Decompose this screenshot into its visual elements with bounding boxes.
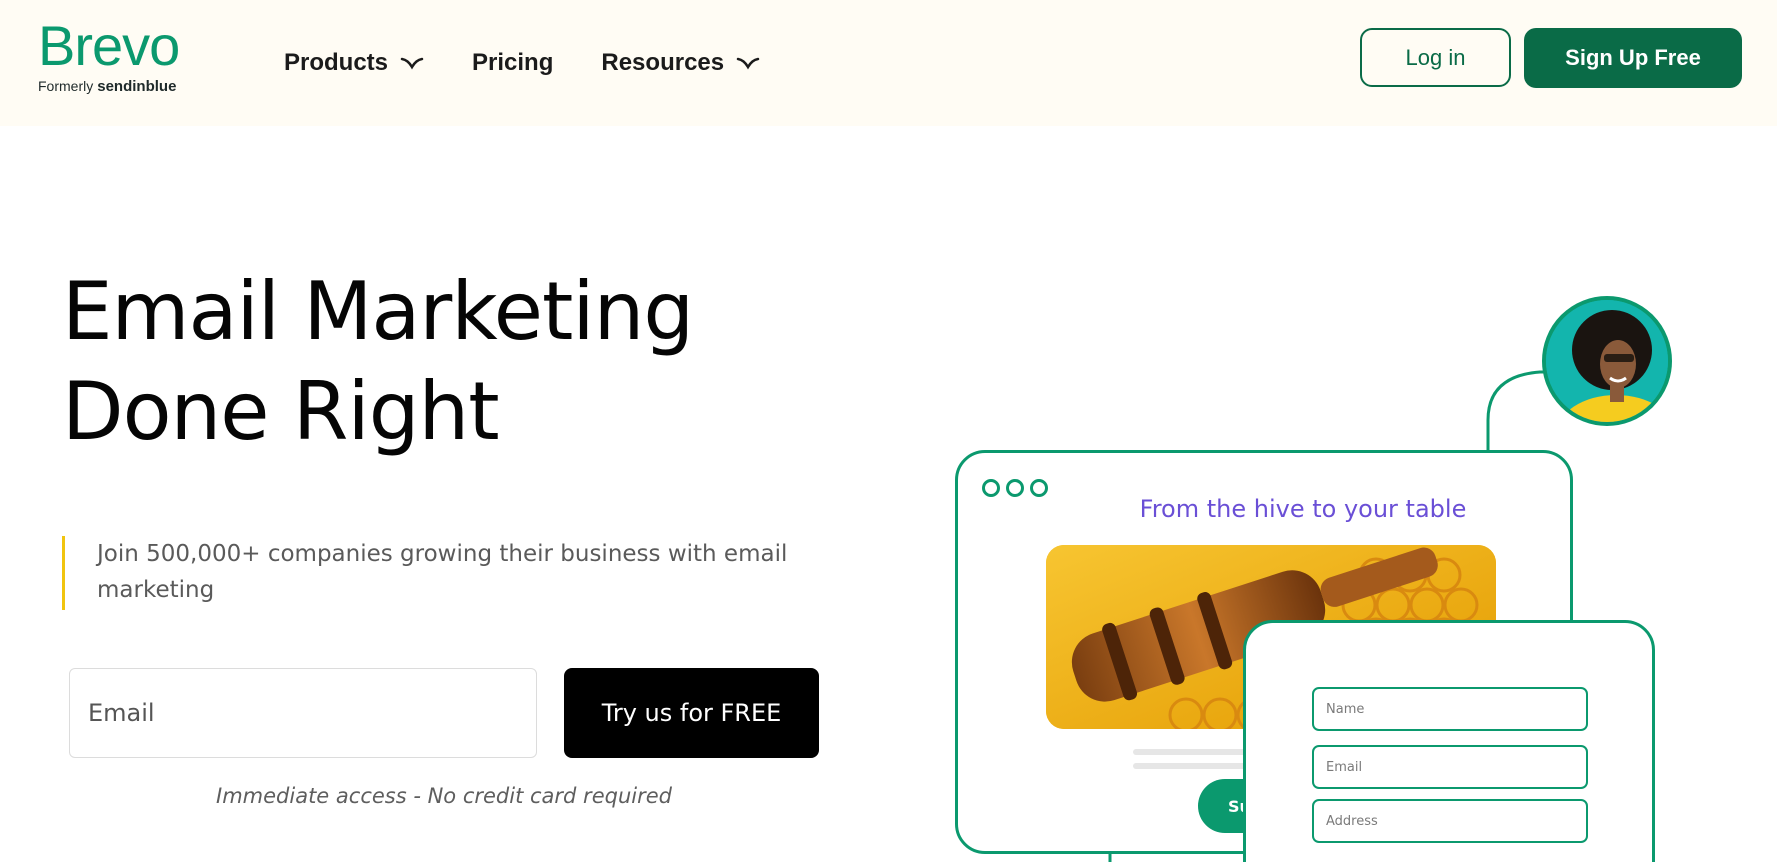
hero-illustration: From the hive to your table Su Name Emai… xyxy=(940,296,1777,862)
formerly-label: Formerly xyxy=(38,78,94,94)
nav-products-label: Products xyxy=(284,49,389,76)
login-button[interactable]: Log in xyxy=(1360,28,1511,87)
hero-title-line1: Email Marketing xyxy=(62,265,694,358)
try-free-button[interactable]: Try us for FREE xyxy=(564,668,819,758)
nav-resources-label: Resources xyxy=(601,49,725,76)
site-header: Brevo Formerly sendinblue Products Pricin… xyxy=(0,0,1777,126)
name-field[interactable] xyxy=(1312,687,1588,731)
no-credit-card-note: Immediate access - No credit card requir… xyxy=(216,784,672,808)
nav-pricing-label: Pricing xyxy=(472,49,554,76)
customer-avatar xyxy=(1542,296,1672,426)
formerly-brand: sendinblue xyxy=(97,78,177,95)
logo-wordmark: Brevo xyxy=(38,14,180,77)
address-field[interactable] xyxy=(1312,799,1588,843)
hero-subtitle: Join 500,000+ companies growing their bu… xyxy=(62,536,802,610)
hero-title-line2: Done Right xyxy=(62,365,500,458)
nav-products[interactable]: Products xyxy=(284,49,424,77)
brevo-logo[interactable]: Brevo Formerly sendinblue xyxy=(38,16,208,100)
chevron-down-icon xyxy=(400,57,424,70)
email-input[interactable] xyxy=(69,668,537,758)
email-preview-title: From the hive to your table xyxy=(1139,495,1467,523)
hero-title: Email Marketing Done Right xyxy=(62,262,822,462)
nav-pricing[interactable]: Pricing xyxy=(472,49,553,77)
logo-formerly: Formerly sendinblue xyxy=(38,78,176,95)
main-nav: Products Pricing Resources xyxy=(284,48,808,78)
signup-form-card xyxy=(1243,620,1655,862)
nav-resources[interactable]: Resources xyxy=(601,49,760,77)
email-field[interactable] xyxy=(1312,745,1588,789)
signup-button[interactable]: Sign Up Free xyxy=(1524,28,1742,88)
chevron-down-icon xyxy=(736,57,760,70)
